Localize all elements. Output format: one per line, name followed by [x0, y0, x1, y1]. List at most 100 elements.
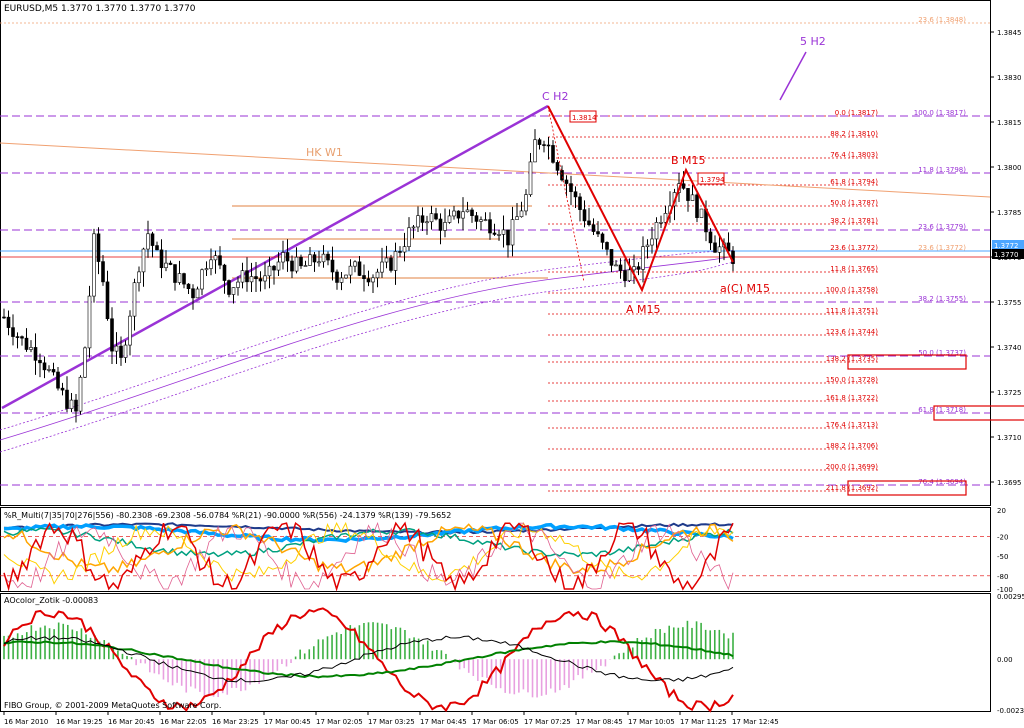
candle-body: [510, 219, 515, 246]
candle-body: [429, 213, 434, 223]
wr-tick-label: 20: [997, 507, 1006, 515]
candle-body: [488, 219, 492, 234]
indicator1-header: %R_Multi(7|35|70|276|556) -80.2308 -69.2…: [4, 511, 451, 520]
wr-tick-label: -80: [997, 573, 1008, 581]
label-ac-m15: a(C) M15: [720, 282, 770, 295]
candle-body: [366, 278, 371, 283]
candle-body: [569, 183, 573, 193]
candle-body: [20, 336, 24, 339]
candle-body: [24, 337, 29, 350]
chart-header: EURUSD,M5 1.3770 1.3770 1.3770 1.3770: [4, 4, 196, 14]
candle-body: [236, 281, 240, 288]
candle-body: [204, 268, 209, 271]
candle-body: [389, 257, 393, 271]
fib-red-label: 50.0 (1.3787): [830, 199, 878, 207]
candle-body: [627, 269, 632, 281]
candle-body: [254, 276, 258, 280]
ao-tick-label: 0.00295: [997, 593, 1024, 601]
ao-tick-label: 0.00: [997, 656, 1013, 664]
y-tick-label: 1.3785: [997, 209, 1022, 217]
label-c-h2: C H2: [542, 90, 568, 103]
candle-body: [317, 261, 321, 264]
candle-body: [596, 231, 600, 235]
candle-body: [443, 222, 447, 231]
x-tick-label: 17 Mar 12:45: [732, 718, 779, 726]
label-a-m15: A M15: [626, 303, 661, 316]
time-axis: 16 Mar 2010 16 Mar 19:25 16 Mar 20:45 16 Ma…: [3, 711, 779, 726]
candle-body: [281, 252, 285, 263]
candle-body: [546, 144, 551, 147]
candle-body: [348, 265, 353, 276]
candle-body: [182, 273, 186, 285]
candle-body: [78, 376, 83, 412]
candle-body: [177, 273, 182, 283]
candle-body: [56, 371, 60, 389]
candle-body: [528, 161, 533, 195]
candle-body: [555, 162, 560, 171]
x-tick-label: 16 Mar 23:25: [212, 718, 259, 726]
candle-body: [560, 170, 564, 181]
label-5-h2: 5 H2: [800, 35, 826, 48]
candle-body: [600, 233, 605, 243]
candle-body: [519, 210, 524, 218]
candle-body: [411, 226, 416, 229]
candle-body: [267, 265, 272, 277]
candle-body: [38, 360, 42, 364]
copyright-text: FIBO Group, © 2001-2009 MetaQuotes Softw…: [4, 701, 221, 710]
x-tick-label: 16 Mar 19:25: [56, 718, 103, 726]
candle-body: [222, 264, 227, 281]
candle-body: [605, 242, 609, 250]
candle-body: [420, 215, 425, 223]
candle-body: [609, 249, 614, 266]
candle-body: [128, 315, 132, 346]
candle-body: [330, 259, 335, 273]
x-tick-label: 17 Mar 00:45: [264, 718, 311, 726]
candle-body: [258, 278, 263, 282]
fib-red-label: 88.2 (1.3810): [830, 130, 878, 138]
fib-purple-label: 50.0 (1.3737): [918, 349, 966, 357]
candle-body: [92, 233, 96, 297]
x-tick-label: 16 Mar 20:45: [108, 718, 155, 726]
candle-body: [645, 244, 650, 247]
x-tick-label: 17 Mar 02:05: [316, 718, 363, 726]
candle-body: [272, 265, 276, 271]
candle-body: [335, 271, 339, 283]
candle-body: [321, 253, 326, 263]
candle-body: [506, 229, 510, 246]
candle-body: [681, 183, 686, 189]
candle-body: [542, 144, 546, 146]
x-tick-label: 17 Mar 06:05: [472, 718, 519, 726]
fib-red-label: 188.2 (1.3706): [826, 442, 878, 450]
candle-body: [245, 270, 249, 283]
main-pane[interactable]: [0, 0, 991, 506]
candle-body: [456, 210, 461, 219]
candle-body: [717, 246, 722, 253]
fib-red-label: 176.4 (1.3713): [826, 421, 878, 429]
candle-body: [398, 251, 402, 253]
y-tick-label: 1.3725: [997, 389, 1022, 397]
candle-body: [227, 280, 231, 295]
candle-body: [312, 254, 317, 263]
x-tick-label: 17 Mar 10:05: [628, 718, 675, 726]
candle-body: [114, 345, 119, 352]
candle-body: [690, 194, 695, 201]
candle-body: [551, 145, 555, 163]
candle-body: [425, 221, 429, 224]
candle-body: [573, 191, 578, 198]
candle-body: [578, 196, 582, 210]
indicator1-pane[interactable]: [0, 507, 991, 592]
y-tick-label: 1.3830: [997, 74, 1022, 82]
candle-body: [105, 281, 110, 320]
forex-chart[interactable]: 0.0 (1.3817)88.2 (1.3810)76.4 (1.3803)61…: [0, 0, 1024, 728]
fib-red-label: 76.4 (1.3803): [830, 151, 878, 159]
candle-body: [74, 399, 78, 412]
candle-body: [96, 233, 101, 262]
candle-body: [524, 194, 528, 212]
candle-body: [240, 270, 245, 283]
candle-body: [65, 389, 69, 409]
candle-body: [591, 224, 596, 232]
y-tick-label: 1.3740: [997, 344, 1022, 352]
y-tick-label: 1.3710: [997, 434, 1022, 442]
candle-body: [164, 262, 168, 269]
candle-body: [632, 266, 636, 271]
